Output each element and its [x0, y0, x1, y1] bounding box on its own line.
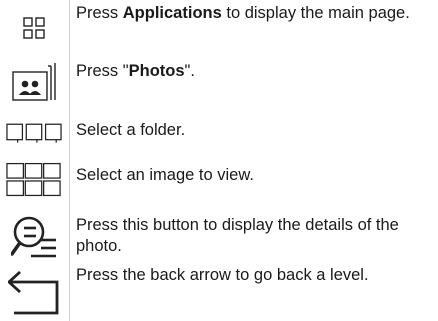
step-row-applications: Press Applications to display the main p… — [0, 0, 438, 55]
step-text: Select a folder. — [76, 121, 186, 139]
applications-grid-icon — [6, 6, 62, 50]
step-row-photos: Press "Photos". — [0, 58, 438, 106]
folders-icon — [6, 110, 62, 152]
step-text: Press this button to display the details… — [76, 216, 399, 255]
back-arrow-icon — [6, 268, 62, 318]
step-row-back: Press the back arrow to go back a level. — [0, 264, 438, 321]
step-text: Press Applications to display the main p… — [76, 4, 410, 22]
image-grid-icon — [6, 156, 62, 204]
step-row-folder: Select a folder. — [0, 110, 438, 152]
photos-icon — [6, 58, 62, 106]
step-text: Press the back arrow to go back a level. — [76, 266, 369, 284]
step-row-details: Press this button to display the details… — [0, 210, 438, 262]
step-text: Press "Photos". — [76, 62, 195, 80]
step-row-image: Select an image to view. — [0, 156, 438, 204]
step-text: Select an image to view. — [76, 166, 254, 184]
photo-details-icon — [6, 212, 62, 260]
